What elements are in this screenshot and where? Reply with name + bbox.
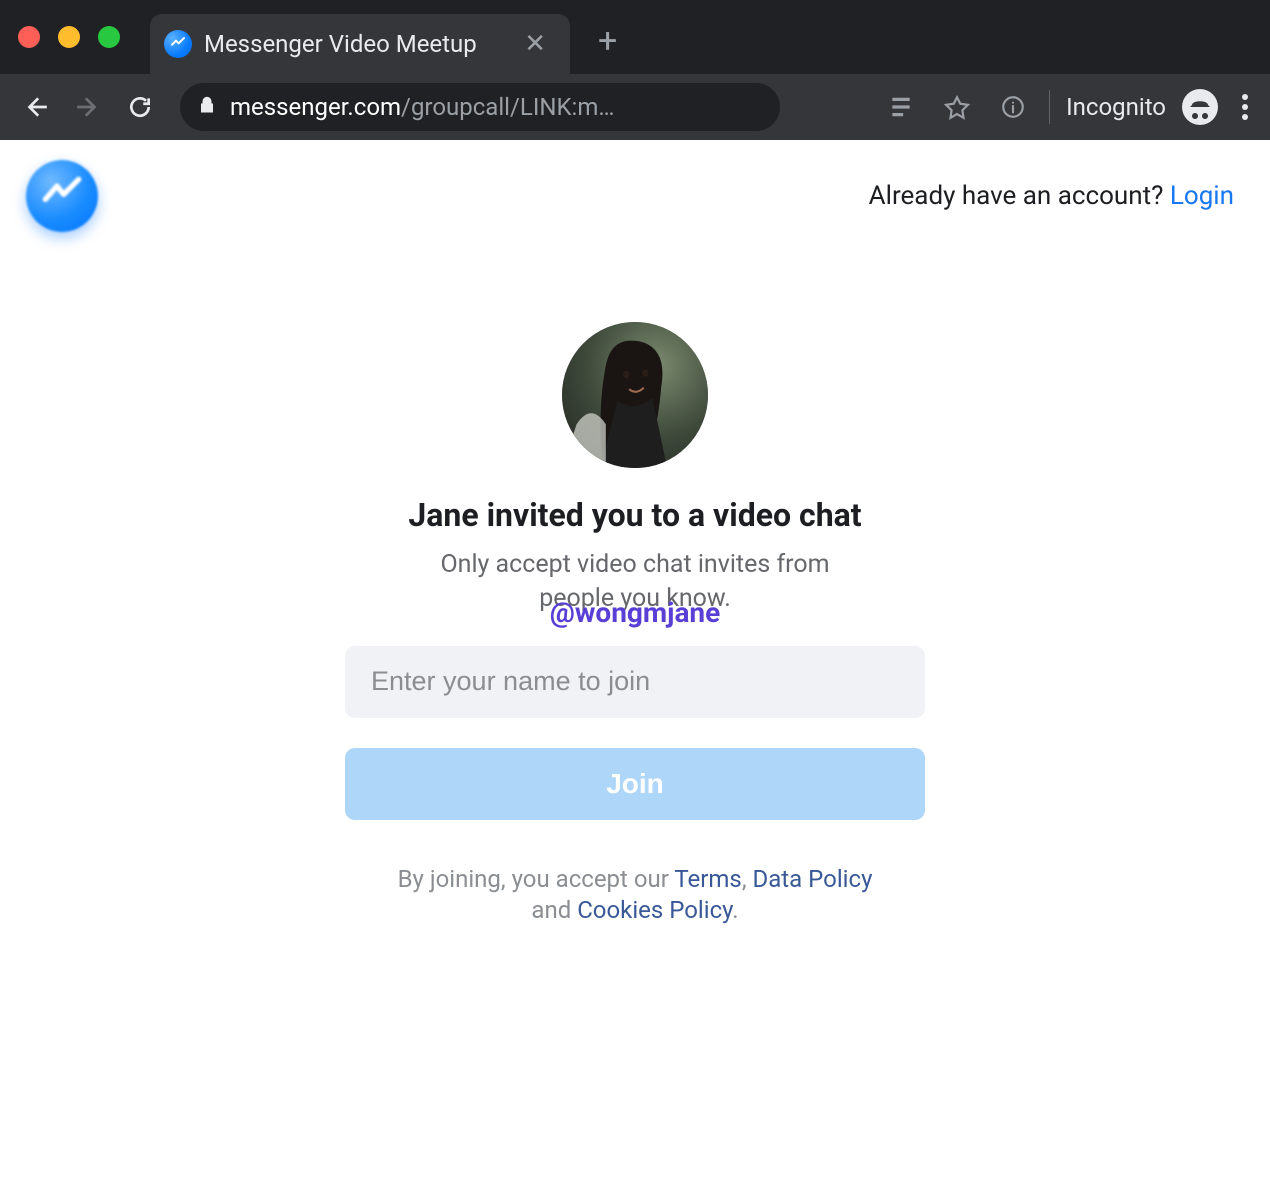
- cookies-policy-link[interactable]: Cookies Policy: [577, 896, 732, 924]
- url-text: messenger.com/groupcall/LINK:m…: [230, 93, 614, 121]
- tab-favicon-icon: [164, 30, 192, 58]
- legal-sep2: and: [531, 896, 577, 924]
- window-controls: [18, 26, 120, 48]
- name-input[interactable]: [345, 646, 925, 718]
- incognito-icon[interactable]: [1182, 89, 1218, 125]
- already-have-text: Already have an account?: [869, 181, 1170, 211]
- titlebar: Messenger Video Meetup ✕ +: [0, 0, 1270, 74]
- join-button[interactable]: Join: [345, 748, 925, 820]
- toolbar-divider: [1049, 90, 1050, 124]
- tab-title: Messenger Video Meetup: [204, 30, 508, 58]
- url-host: messenger.com: [230, 93, 401, 121]
- page-header: Already have an account? Login: [0, 140, 1270, 232]
- login-link[interactable]: Login: [1170, 181, 1234, 211]
- invite-subtext: Only accept video chat invites from peop…: [405, 548, 865, 616]
- address-bar[interactable]: messenger.com/groupcall/LINK:m…: [180, 83, 780, 131]
- new-tab-button[interactable]: +: [598, 21, 617, 61]
- legal-text: By joining, you accept our Terms, Data P…: [345, 864, 925, 926]
- toolbar-right: Incognito: [881, 86, 1256, 128]
- terms-link[interactable]: Terms: [674, 865, 741, 893]
- browser-menu-button[interactable]: [1234, 86, 1256, 128]
- reload-button[interactable]: [118, 85, 162, 129]
- browser-chrome: Messenger Video Meetup ✕ + messenger.com…: [0, 0, 1270, 140]
- incognito-label: Incognito: [1066, 93, 1166, 121]
- fullscreen-window-button[interactable]: [98, 26, 120, 48]
- forward-button[interactable]: [66, 85, 110, 129]
- minimize-window-button[interactable]: [58, 26, 80, 48]
- lock-icon: [198, 95, 216, 119]
- data-policy-link[interactable]: Data Policy: [753, 865, 873, 893]
- host-avatar: [562, 322, 708, 468]
- url-path: /groupcall/LINK:m…: [401, 93, 614, 121]
- legal-suffix: .: [732, 896, 738, 924]
- tab-close-button[interactable]: ✕: [520, 25, 550, 63]
- browser-toolbar: messenger.com/groupcall/LINK:m… Incognit…: [0, 74, 1270, 140]
- invite-card: Jane invited you to a video chat Only ac…: [345, 322, 925, 926]
- back-button[interactable]: [14, 85, 58, 129]
- site-info-icon[interactable]: [993, 87, 1033, 127]
- bookmark-star-icon[interactable]: [937, 87, 977, 127]
- legal-prefix: By joining, you accept our: [398, 865, 675, 893]
- browser-tab[interactable]: Messenger Video Meetup ✕: [150, 14, 570, 74]
- messenger-logo-icon[interactable]: [26, 160, 98, 232]
- invite-heading: Jane invited you to a video chat: [345, 496, 925, 534]
- header-account-text: Already have an account? Login: [869, 181, 1234, 211]
- reader-mode-icon[interactable]: [881, 87, 921, 127]
- page-content: Already have an account? Login: [0, 140, 1270, 1192]
- close-window-button[interactable]: [18, 26, 40, 48]
- legal-sep1: ,: [742, 865, 753, 893]
